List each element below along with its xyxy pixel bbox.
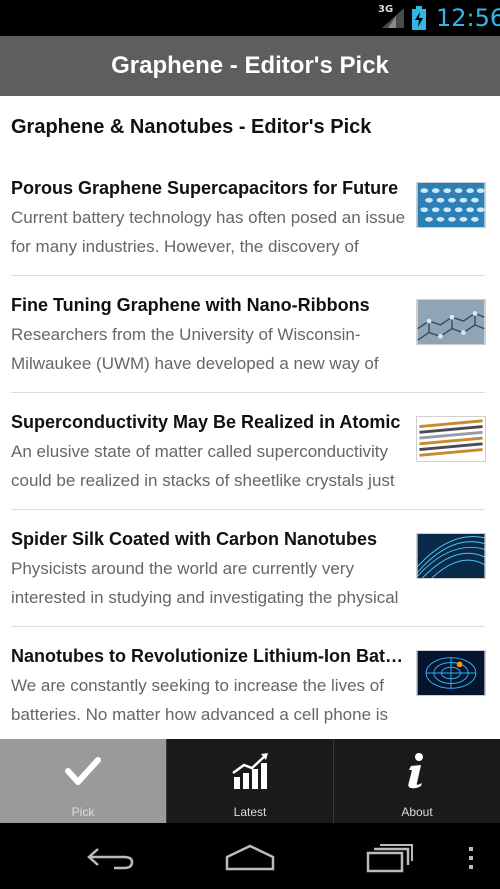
tab-label: Latest: [233, 805, 267, 819]
checkmark-icon: [65, 757, 101, 785]
article-title: Spider Silk Coated with Carbon Nanotubes: [11, 529, 378, 549]
superconductivity-thumbnail: [416, 416, 486, 462]
article-item[interactable]: Spider Silk Coated with Carbon Nanotubes…: [0, 527, 500, 644]
article-summary: We are constantly seeking to increase th…: [11, 676, 389, 724]
tab-latest[interactable]: Latest: [167, 739, 334, 823]
divider: [11, 392, 485, 393]
article-title: Porous Graphene Supercapacitors for Futu…: [11, 178, 399, 198]
home-icon[interactable]: [224, 843, 276, 871]
article-summary: An elusive state of matter called superc…: [11, 442, 395, 490]
tab-pick[interactable]: Pick: [0, 739, 167, 823]
menu-icon[interactable]: [466, 845, 476, 871]
status-clock: 12:56: [436, 4, 500, 32]
tab-label: About: [401, 805, 433, 819]
article-title: Nanotubes to Revolutionize Lithium-Ion B…: [11, 646, 403, 666]
back-icon[interactable]: [86, 845, 136, 871]
tab-bar: Pick Latest About: [0, 739, 500, 823]
article-item[interactable]: Nanotubes to Revolutionize Lithium-Ion B…: [0, 644, 500, 739]
battery-charging-icon: [412, 6, 426, 30]
status-bar: 3G 12:56: [0, 0, 500, 36]
action-bar-title: Graphene - Editor's Pick: [111, 52, 389, 79]
divider: [11, 509, 485, 510]
article-item[interactable]: Fine Tuning Graphene with Nano-Ribbons R…: [0, 293, 500, 410]
chart-icon: [232, 753, 268, 789]
divider: [11, 626, 485, 627]
section-title: Graphene & Nanotubes - Editor's Pick: [11, 116, 372, 138]
divider: [11, 275, 485, 276]
tab-about[interactable]: About: [334, 739, 500, 823]
action-bar: Graphene - Editor's Pick: [0, 36, 500, 96]
nanotube-thumbnail: [416, 650, 486, 696]
tab-label: Pick: [71, 805, 95, 819]
recent-apps-icon[interactable]: [366, 843, 414, 873]
article-item[interactable]: Superconductivity May Be Realized in Ato…: [0, 410, 500, 527]
article-summary: Researchers from the University of Wisco…: [11, 325, 379, 373]
article-item[interactable]: Porous Graphene Supercapacitors for Futu…: [0, 176, 500, 293]
system-nav-bar: [0, 823, 500, 889]
article-summary: Current battery technology has often pos…: [11, 208, 406, 256]
signal-icon: [382, 8, 404, 28]
porous-graphene-thumbnail: [416, 182, 486, 228]
article-title: Fine Tuning Graphene with Nano-Ribbons: [11, 295, 370, 315]
article-list[interactable]: Graphene & Nanotubes - Editor's Pick Por…: [0, 96, 500, 739]
info-icon: [408, 753, 423, 789]
nano-ribbons-thumbnail: [416, 299, 486, 345]
article-summary: Physicists around the world are currentl…: [11, 559, 399, 607]
article-title: Superconductivity May Be Realized in Ato…: [11, 412, 401, 432]
spider-silk-thumbnail: [416, 533, 486, 579]
